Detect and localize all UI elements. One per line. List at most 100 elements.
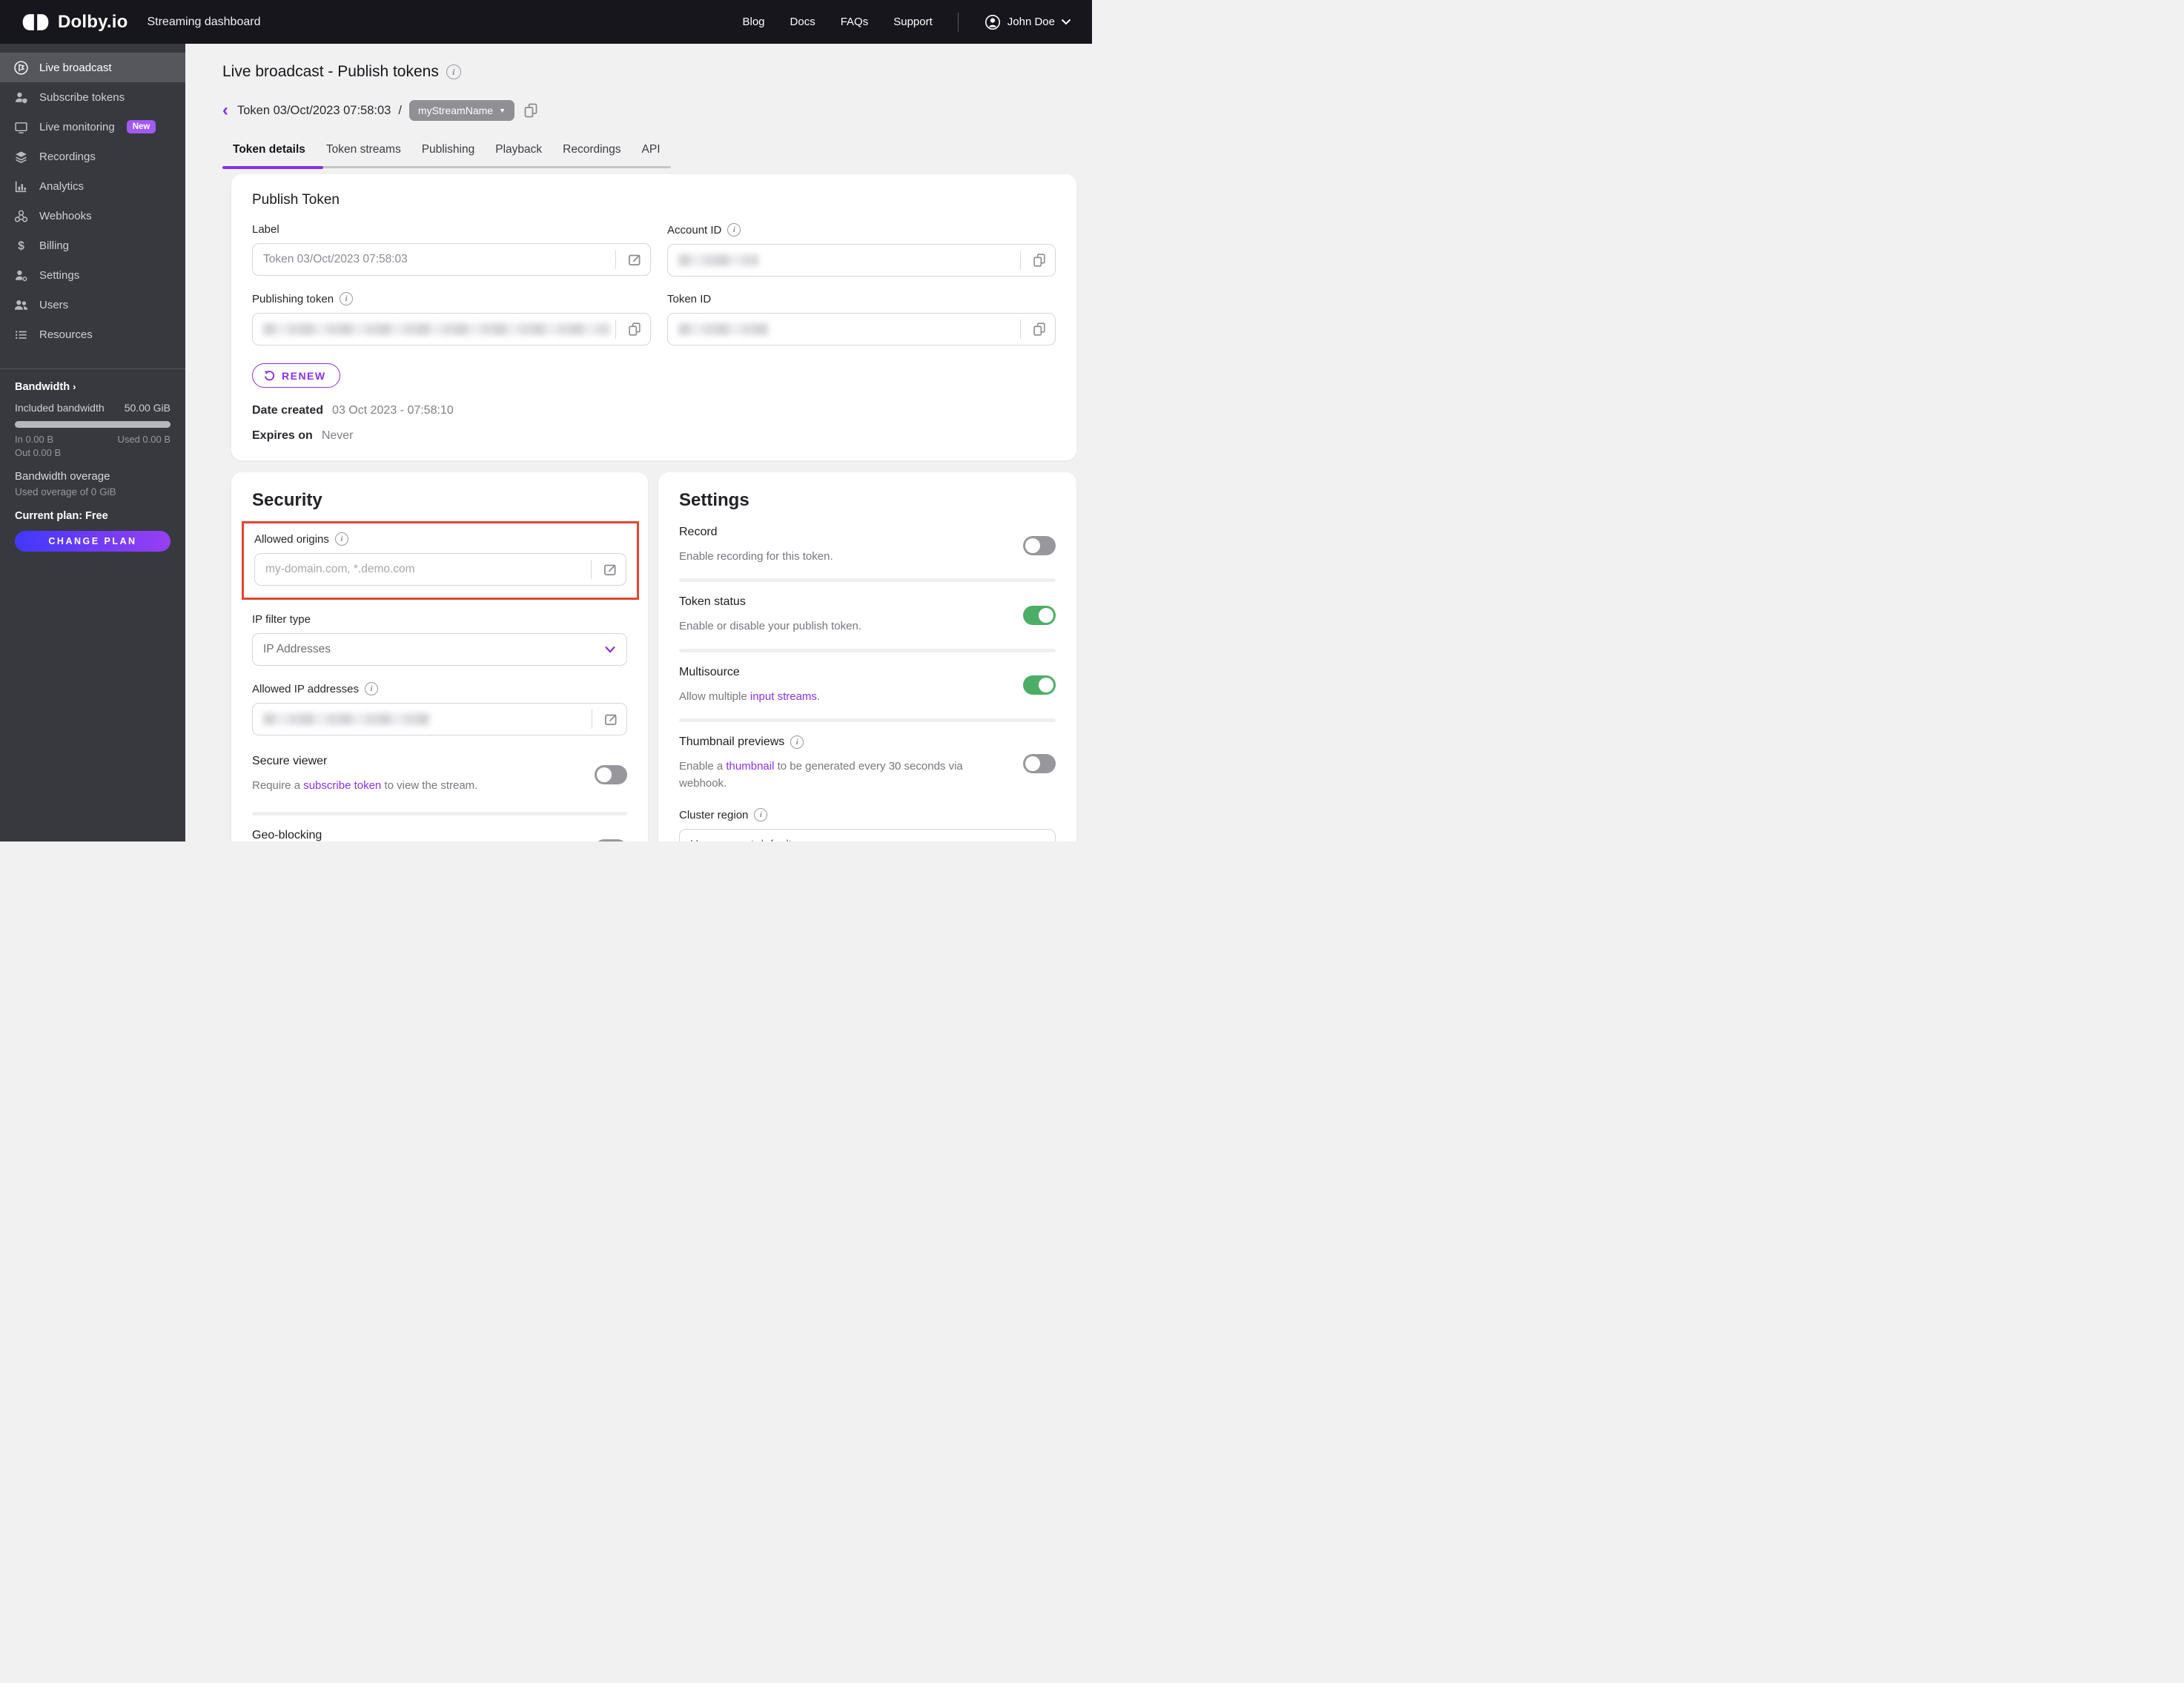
header-divider (957, 12, 959, 32)
monitor-icon (15, 122, 27, 133)
bandwidth-used: Used 0.00 B (117, 434, 171, 445)
copy-stream-name-button[interactable] (522, 102, 540, 119)
ip-filter-type-select[interactable]: IP Addresses (252, 633, 627, 666)
sidebar-item-users[interactable]: Users (0, 290, 185, 320)
settings-card: Settings Record Enable recording for thi… (658, 472, 1076, 842)
edit-allowed-origins-button[interactable] (602, 561, 618, 578)
tab-api[interactable]: API (632, 139, 671, 161)
breadcrumb-token[interactable]: Token 03/Oct/2023 07:58:03 (237, 104, 391, 118)
back-chevron-icon[interactable]: ‹ (222, 102, 228, 119)
record-toggle[interactable] (1023, 535, 1056, 555)
sidebar-item-resources[interactable]: Resources (0, 320, 185, 349)
redacted-account-id (678, 254, 758, 266)
user-menu[interactable]: John Doe (984, 13, 1071, 31)
dolby-logo[interactable]: Dolby.io (21, 12, 128, 33)
copy-token-id-button[interactable] (1031, 321, 1048, 337)
tab-publishing[interactable]: Publishing (411, 139, 486, 161)
sidebar-item-label: Webhooks (39, 209, 92, 222)
cluster-region-select[interactable]: Use account default (679, 829, 1056, 842)
stream-name-chip[interactable]: myStreamName ▼ (408, 100, 514, 121)
account-id-field[interactable] (667, 244, 1056, 277)
account-id-info-icon[interactable]: i (727, 223, 741, 237)
token-status-toggle[interactable] (1023, 605, 1056, 625)
edit-allowed-ip-button[interactable] (603, 711, 619, 727)
chevron-down-icon (605, 646, 615, 653)
sidebar-item-billing[interactable]: $ Billing (0, 231, 185, 260)
thumbnail-info-icon[interactable]: i (790, 735, 804, 749)
nav-support[interactable]: Support (893, 16, 933, 28)
expires-on-value: Never (321, 429, 354, 442)
allowed-ip-addresses-field[interactable] (252, 703, 627, 735)
edit-label-button[interactable] (626, 251, 643, 268)
copy-account-id-button[interactable] (1031, 252, 1048, 268)
page-title: Live broadcast - Publish tokens (222, 63, 439, 80)
nav-docs[interactable]: Docs (790, 16, 815, 28)
sidebar-item-webhooks[interactable]: Webhooks (0, 201, 185, 231)
resources-icon (16, 330, 27, 339)
sidebar-item-settings[interactable]: Settings (0, 260, 185, 290)
sidebar-item-label: Billing (39, 239, 70, 252)
token-tabs: Token details Token streams Publishing P… (222, 139, 671, 169)
settings-heading: Settings (679, 490, 749, 510)
nav-blog[interactable]: Blog (743, 16, 765, 28)
copy-publishing-token-button[interactable] (626, 321, 643, 337)
secure-viewer-desc: Require a subscribe token to view the st… (252, 779, 478, 792)
bandwidth-title[interactable]: Bandwidth › (15, 381, 171, 393)
allowed-origins-info-icon[interactable]: i (334, 532, 348, 546)
active-tab-underline (222, 165, 323, 169)
ip-filter-type-label: IP filter type (252, 613, 311, 626)
billing-icon: $ (18, 239, 24, 252)
avatar-icon (985, 14, 1000, 30)
change-plan-button[interactable]: CHANGE PLAN (15, 531, 171, 552)
settings-divider (679, 718, 1056, 722)
top-header: Dolby.io Streaming dashboard Blog Docs F… (0, 0, 1092, 44)
included-bandwidth-label: Included bandwidth (15, 402, 105, 414)
publishing-token-info-icon[interactable]: i (340, 292, 354, 305)
allowed-ip-info-icon[interactable]: i (364, 682, 378, 695)
user-name: John Doe (1007, 16, 1055, 28)
input-streams-link[interactable]: input streams (750, 690, 817, 703)
allowed-origins-input[interactable] (265, 563, 586, 576)
tab-playback[interactable]: Playback (485, 139, 552, 161)
tab-token-details[interactable]: Token details (222, 139, 316, 161)
breadcrumb-separator: / (398, 103, 402, 117)
renew-button[interactable]: RENEW (252, 363, 340, 388)
thumbnail-link[interactable]: thumbnail (726, 760, 774, 773)
geo-blocking-toggle[interactable] (595, 839, 627, 842)
chevron-down-icon (1061, 19, 1071, 25)
sidebar-item-label: Subscribe tokens (39, 90, 125, 104)
multisource-toggle[interactable] (1023, 675, 1056, 695)
page-info-icon[interactable]: i (446, 65, 461, 79)
publishing-token-field[interactable] (252, 313, 651, 345)
sidebar-item-live-monitoring[interactable]: Live monitoring New (0, 112, 185, 142)
thumbnail-previews-toggle[interactable] (1023, 754, 1056, 773)
new-badge: New (126, 120, 156, 133)
secure-viewer-toggle[interactable] (595, 764, 627, 784)
sidebar-item-analytics[interactable]: Analytics (0, 171, 185, 201)
sidebar-item-label: Recordings (39, 150, 96, 163)
main-content: Live broadcast - Publish tokens i ‹ Toke… (185, 44, 1092, 842)
multisource-label: Multisource (679, 665, 740, 678)
bandwidth-out: Out 0.00 B (15, 447, 62, 458)
sidebar-item-label: Analytics (39, 179, 85, 193)
sidebar-item-live-broadcast[interactable]: Live broadcast (0, 53, 185, 82)
subscribe-token-link[interactable]: subscribe token (303, 779, 381, 792)
nav-faqs[interactable]: FAQs (841, 16, 869, 28)
tab-token-streams[interactable]: Token streams (316, 139, 411, 161)
tab-recordings[interactable]: Recordings (552, 139, 631, 161)
allowed-origins-field[interactable] (254, 553, 626, 586)
sidebar-item-subscribe-tokens[interactable]: Subscribe tokens (0, 82, 185, 112)
token-id-field[interactable] (667, 313, 1056, 345)
label-field[interactable]: Token 03/Oct/2023 07:58:03 (252, 243, 651, 276)
stream-name: myStreamName (417, 105, 494, 116)
analytics-icon (15, 181, 27, 192)
top-nav: Blog Docs FAQs Support John Doe (743, 12, 1072, 32)
sidebar-item-recordings[interactable]: Recordings (0, 142, 185, 171)
settings-divider (679, 578, 1056, 583)
publish-token-card: Publish Token Label Token 03/Oct/2023 07… (231, 174, 1076, 460)
thumbnail-previews-label: Thumbnail previews (679, 735, 785, 748)
sidebar-item-label: Users (39, 298, 69, 311)
security-card: Security Allowed origins i my-domain.com… (231, 472, 648, 842)
cluster-region-info-icon[interactable]: i (754, 808, 768, 822)
renew-refresh-icon (264, 371, 275, 381)
